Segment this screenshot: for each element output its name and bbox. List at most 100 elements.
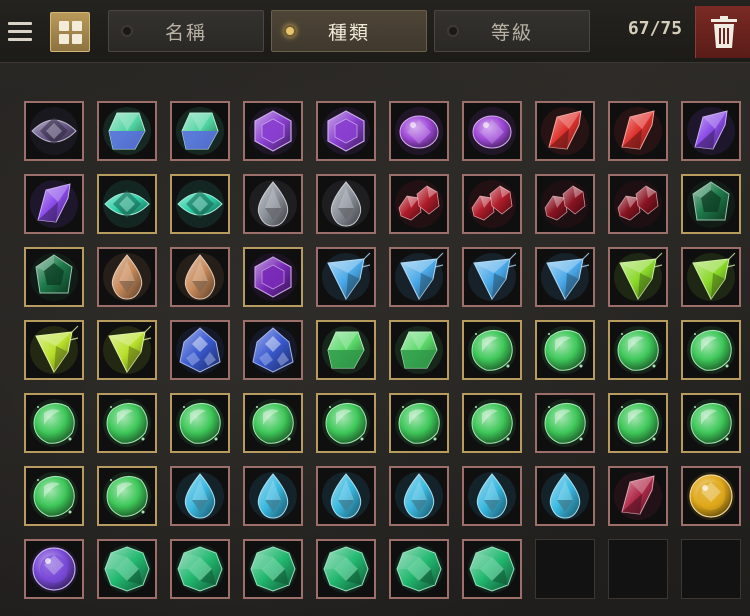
inventory-slot[interactable] [316,466,376,526]
inventory-slot[interactable] [389,174,449,234]
inventory-slot[interactable] [681,466,741,526]
kite-gem-icon [541,252,590,301]
kite-gem-icon [103,325,152,374]
inventory-slot[interactable] [462,539,522,599]
inventory-slot[interactable] [608,101,668,161]
inventory-slot[interactable] [316,174,376,234]
inventory-slot[interactable] [462,101,522,161]
inventory-slot[interactable] [170,539,230,599]
grid-view-button[interactable] [50,12,90,52]
inventory-slot[interactable] [170,466,230,526]
inventory-slot[interactable] [24,320,84,380]
inventory-slot[interactable] [243,320,303,380]
inventory-slot[interactable] [535,247,595,307]
inventory-slot[interactable] [389,539,449,599]
inventory-slot[interactable] [97,101,157,161]
empty-inventory-slot[interactable] [608,539,668,599]
inventory-slot[interactable] [462,247,522,307]
inventory-slot[interactable] [170,320,230,380]
inventory-slot[interactable] [389,393,449,453]
inventory-slot[interactable] [24,466,84,526]
inventory-slot[interactable] [170,393,230,453]
inventory-slot[interactable] [535,174,595,234]
eye-gem-icon [30,107,78,155]
pair-gem-icon [541,180,589,228]
inventory-slot[interactable] [681,247,741,307]
pair-gem-icon [468,180,516,228]
inventory-slot[interactable] [316,101,376,161]
inventory-slot[interactable] [535,101,595,161]
inventory-slot[interactable] [24,247,84,307]
inventory-slot[interactable] [681,393,741,453]
inventory-slot[interactable] [389,320,449,380]
inventory-slot[interactable] [462,174,522,234]
round-gem-icon [614,399,662,447]
inventory-slot[interactable] [389,466,449,526]
round-gem-icon [322,399,370,447]
round-gem-icon [687,326,735,374]
inventory-slot[interactable] [243,101,303,161]
inventory-slot[interactable] [243,247,303,307]
inventory-slot[interactable] [97,247,157,307]
inventory-slot[interactable] [170,174,230,234]
inventory-slot[interactable] [24,539,84,599]
inventory-slot[interactable] [97,393,157,453]
inventory-slot[interactable] [681,320,741,380]
inventory-slot[interactable] [170,101,230,161]
inventory-slot[interactable] [608,320,668,380]
faceted-gem-icon [249,545,297,593]
prism-gem-icon [395,326,443,374]
round-gem-icon [103,399,151,447]
grid-icon [58,33,69,44]
inventory-slot[interactable] [608,393,668,453]
empty-inventory-slot[interactable] [681,539,741,599]
pair-gem-icon [614,180,662,228]
inventory-slot[interactable] [535,466,595,526]
empty-inventory-slot[interactable] [535,539,595,599]
inventory-slot[interactable] [462,393,522,453]
inventory-slot[interactable] [97,466,157,526]
inventory-slot[interactable] [24,174,84,234]
inventory-slot[interactable] [316,320,376,380]
menu-button[interactable] [8,14,38,48]
inventory-slot[interactable] [24,393,84,453]
inventory-slot[interactable] [389,101,449,161]
inventory-slot[interactable] [243,393,303,453]
inventory-slot[interactable] [608,247,668,307]
trash-button[interactable] [695,6,750,58]
grid-icon [71,33,82,44]
inventory-slot[interactable] [462,320,522,380]
inventory-slot[interactable] [462,466,522,526]
inventory-slot[interactable] [243,466,303,526]
inventory-slot[interactable] [97,320,157,380]
inventory-slot[interactable] [681,174,741,234]
sort-tab-label: 種類 [327,21,370,44]
inventory-slot[interactable] [97,539,157,599]
inventory-slot[interactable] [97,174,157,234]
kite-gem-icon [687,252,736,301]
inventory-slot[interactable] [608,466,668,526]
hex-gem-icon [249,253,297,301]
cluster-gem-icon [176,326,224,374]
inventory-slot[interactable] [389,247,449,307]
sort-tab-name[interactable]: 名稱 [108,10,264,52]
grid-icon [71,20,82,31]
sort-tab-type[interactable]: 種類 [271,10,427,52]
inventory-slot[interactable] [535,320,595,380]
drop-gem-icon [103,253,151,301]
round-gem-icon [687,399,735,447]
inventory-slot[interactable] [24,101,84,161]
sort-tab-level[interactable]: 等級 [434,10,590,52]
inventory-slot[interactable] [316,539,376,599]
inventory-slot[interactable] [170,247,230,307]
shard-gem-icon [614,107,662,155]
inventory-slot[interactable] [316,247,376,307]
inventory-slot[interactable] [316,393,376,453]
drop-gem-icon [322,180,370,228]
inventory-slot[interactable] [608,174,668,234]
inventory-slot[interactable] [681,101,741,161]
inventory-slot[interactable] [243,539,303,599]
inventory-slot[interactable] [243,174,303,234]
orb-gem-icon [687,472,735,520]
inventory-slot[interactable] [535,393,595,453]
